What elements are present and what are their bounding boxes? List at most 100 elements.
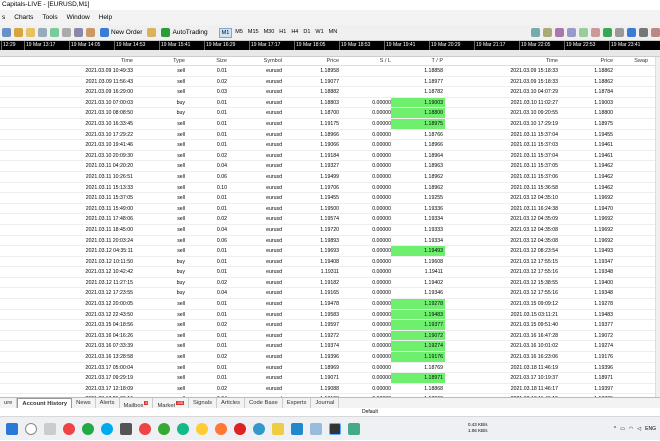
- table-row[interactable]: 2021.03.09 16:29:00 sell 0.03 eurusd 1.18882…: [0, 87, 655, 98]
- tab-signals[interactable]: Signals: [189, 398, 218, 408]
- chart-scrollbar[interactable]: [0, 50, 660, 57]
- table-row[interactable]: 2021.03.17 05:00:04 sell 0.01 eurusd 1.18969…: [0, 363, 655, 374]
- task-view-icon[interactable]: [44, 422, 56, 435]
- table-row[interactable]: 2021.03.12 20:00:05 sell 0.01 eurusd 1.19478…: [0, 299, 655, 310]
- table-row[interactable]: 2021.03.10 07:00:03 buy 0.01 eurusd 1.18803 0…: [0, 97, 655, 109]
- edge-icon[interactable]: [177, 422, 189, 435]
- chrome-icon[interactable]: [63, 422, 75, 435]
- col-tp[interactable]: T / P: [391, 57, 445, 65]
- col-time[interactable]: Time: [0, 57, 133, 65]
- timeframe-m1[interactable]: M1: [218, 27, 233, 38]
- crosshair-icon[interactable]: [2, 28, 11, 37]
- tab-account-history[interactable]: Account History: [17, 398, 73, 408]
- new-order-button[interactable]: New Order: [98, 26, 144, 39]
- table-row[interactable]: 2021.03.16 07:33:39 sell 0.01 eurusd 1.19374…: [0, 341, 655, 353]
- menu-tools[interactable]: Tools: [42, 10, 57, 25]
- whatsapp-icon[interactable]: [82, 422, 94, 435]
- menu-window[interactable]: Window: [67, 10, 90, 25]
- col-type[interactable]: Type: [133, 57, 185, 65]
- file-explorer-icon[interactable]: [272, 422, 284, 435]
- bar-chart-icon[interactable]: [531, 28, 540, 37]
- wifi-icon[interactable]: ◠: [629, 426, 633, 432]
- table-row[interactable]: 2021.03.09 10:49:33 sell 0.01 eurusd 1.18958…: [0, 66, 655, 77]
- autotrading-button[interactable]: AutoTrading: [159, 26, 209, 39]
- table-row[interactable]: 2021.03.11 15:49:00 sell 0.01 eurusd 1.19500…: [0, 204, 655, 215]
- table-row[interactable]: 2021.03.11 20:03:24 sell 0.06 eurusd 1.19893…: [0, 236, 655, 247]
- line-chart-icon[interactable]: [555, 28, 564, 37]
- timeframe-m15[interactable]: M15: [246, 28, 261, 38]
- table-row[interactable]: 2021.03.10 08:08:50 buy 0.01 eurusd 1.18700 0…: [0, 108, 655, 119]
- chrome-icon-4[interactable]: [196, 422, 208, 435]
- col-swap[interactable]: Swap: [613, 57, 648, 65]
- table-row[interactable]: 2021.03.15 04:18:56 sell 0.02 eurusd 1.19597…: [0, 320, 655, 331]
- col-close-price[interactable]: Price: [558, 57, 613, 65]
- col-size[interactable]: Size: [185, 57, 227, 65]
- tab-news[interactable]: News: [72, 398, 96, 408]
- table-row[interactable]: 2021.03.12 22:43:50 sell 0.01 eurusd 1.19583…: [0, 309, 655, 321]
- tab-alerts[interactable]: Alerts: [96, 398, 120, 408]
- tab-market[interactable]: Market 106: [153, 398, 189, 409]
- table-row[interactable]: 2021.03.11 15:13:33 sell 0.10 eurusd 1.19706…: [0, 183, 655, 194]
- col-symbol[interactable]: Symbol: [227, 57, 282, 65]
- metatrader-icon[interactable]: [329, 422, 341, 435]
- table-row[interactable]: 2021.03.10 20:09:30 sell 0.02 eurusd 1.19184…: [0, 151, 655, 162]
- open-folder-icon[interactable]: [26, 28, 35, 37]
- timeframe-mn[interactable]: MN: [327, 28, 340, 38]
- table-scrollbar[interactable]: [655, 57, 660, 397]
- menu-s[interactable]: s: [2, 10, 5, 25]
- timeframe-d1[interactable]: D1: [301, 28, 312, 38]
- app-icon-3[interactable]: [348, 422, 360, 435]
- battery-icon[interactable]: ▭: [620, 426, 625, 432]
- indicators-icon[interactable]: [627, 28, 636, 37]
- chrome-icon-3[interactable]: [158, 422, 170, 435]
- code-icon[interactable]: [291, 422, 303, 435]
- table-row[interactable]: 2021.03.12 10:11:50 buy 0.01 eurusd 1.19408 0…: [0, 257, 655, 268]
- search-icon[interactable]: [25, 422, 37, 435]
- table-row[interactable]: 2021.03.10 16:33:45 sell 0.01 eurusd 1.19175…: [0, 118, 655, 130]
- data-window-icon[interactable]: [62, 28, 71, 37]
- col-price[interactable]: Price: [282, 57, 339, 65]
- metaeditor-icon[interactable]: [147, 28, 157, 37]
- col-close-time[interactable]: Time: [445, 57, 558, 65]
- zoom-out-icon[interactable]: [579, 28, 588, 37]
- telegram-icon[interactable]: [253, 422, 265, 435]
- terminal-icon[interactable]: [74, 28, 83, 37]
- timeframe-h1[interactable]: H1: [277, 28, 288, 38]
- tray-arrow-icon[interactable]: ^: [614, 426, 616, 432]
- menu-help[interactable]: Help: [99, 10, 112, 25]
- table-row[interactable]: 2021.03.12 11:27:15 buy 0.02 eurusd 1.19182 0…: [0, 278, 655, 289]
- table-row[interactable]: 2021.03.09 11:56:43 sell 0.02 eurusd 1.19077…: [0, 77, 655, 88]
- templates-icon[interactable]: [651, 28, 660, 37]
- tab-mailbox[interactable]: Mailbox 6: [120, 398, 154, 409]
- table-row[interactable]: 2021.03.17 12:18:09 sell 0.02 eurusd 1.19088…: [0, 384, 655, 395]
- table-row[interactable]: 2021.03.16 04:16:26 sell 0.01 eurusd 1.19272…: [0, 330, 655, 342]
- periods-icon[interactable]: [639, 28, 648, 37]
- volume-icon[interactable]: ◁: [637, 426, 641, 432]
- tab-ure[interactable]: ure: [0, 398, 18, 408]
- skype-icon[interactable]: [101, 422, 113, 435]
- table-row[interactable]: 2021.03.10 19:41:46 sell 0.01 eurusd 1.19066…: [0, 140, 655, 151]
- tab-articles[interactable]: Articles: [217, 398, 246, 408]
- tile-windows-icon[interactable]: [591, 28, 600, 37]
- market-watch-icon[interactable]: [50, 28, 59, 37]
- strategy-tester-icon[interactable]: [86, 28, 95, 37]
- table-row[interactable]: 2021.03.12 04:35:11 sell 0.01 eurusd 1.19693…: [0, 246, 655, 257]
- chart-shift-icon[interactable]: [615, 28, 624, 37]
- menu-charts[interactable]: Charts: [14, 10, 33, 25]
- table-row[interactable]: 2021.03.11 15:37:05 sell 0.01 eurusd 1.19455…: [0, 193, 655, 204]
- table-row[interactable]: 2021.03.10 17:29:22 sell 0.01 eurusd 1.18966…: [0, 130, 655, 141]
- autoscroll-icon[interactable]: [603, 28, 612, 37]
- table-row[interactable]: 2021.03.12 17:23:55 buy 0.04 eurusd 1.19165 0…: [0, 288, 655, 300]
- table-row[interactable]: 2021.03.11 18:45:00 sell 0.04 eurusd 1.19720…: [0, 225, 655, 236]
- navigator-icon[interactable]: [38, 28, 47, 37]
- tab-code-base[interactable]: Code Base: [245, 398, 283, 408]
- firefox-icon[interactable]: [215, 422, 227, 435]
- opera-icon[interactable]: [234, 422, 246, 435]
- table-row[interactable]: 2021.03.16 13:28:58 sell 0.02 eurusd 1.19396…: [0, 352, 655, 363]
- timeframe-h4[interactable]: H4: [289, 28, 300, 38]
- table-row[interactable]: 2021.03.17 09:29:19 sell 0.01 eurusd 1.19071…: [0, 373, 655, 384]
- timeframe-m5[interactable]: M5: [233, 28, 245, 38]
- table-row[interactable]: 2021.03.12 10:42:42 buy 0.01 eurusd 1.19311 0…: [0, 267, 655, 278]
- chrome-icon-2[interactable]: [139, 422, 151, 435]
- windows-start-icon[interactable]: [6, 422, 18, 435]
